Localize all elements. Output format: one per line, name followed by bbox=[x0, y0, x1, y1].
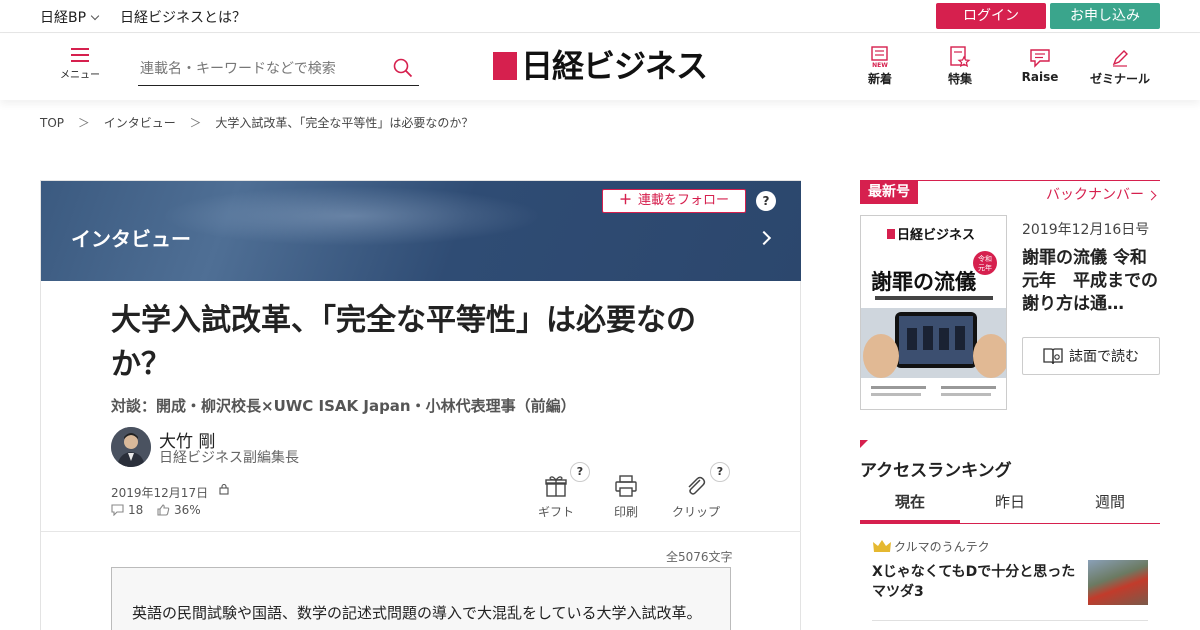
site-logo[interactable]: 日経ビジネス bbox=[493, 47, 708, 85]
comment-count-value: 18 bbox=[128, 503, 144, 517]
nav-raise-label: Raise bbox=[1021, 70, 1059, 84]
seminar-icon bbox=[1112, 50, 1128, 67]
cover-image: 日経ビジネス 令和 元年 謝罪の流儀 bbox=[861, 216, 1006, 409]
print-button[interactable]: 印刷 bbox=[601, 475, 651, 520]
printer-icon bbox=[615, 475, 637, 497]
search-icon[interactable] bbox=[393, 58, 413, 78]
brand-dropdown[interactable]: 日経BP bbox=[40, 7, 100, 27]
series-banner[interactable]: インタビュー ＋ 連載をフォロー ? bbox=[41, 181, 801, 281]
like-rate-value: 36% bbox=[174, 503, 201, 517]
author-role: 日経ビジネス副編集長 bbox=[159, 450, 299, 466]
back-numbers-link[interactable]: バックナンバー bbox=[1046, 184, 1157, 204]
crown-icon bbox=[873, 540, 891, 552]
search-input[interactable]: 連載名・キーワードなどで検索 bbox=[138, 52, 419, 86]
ranking-thumbnail bbox=[1088, 560, 1148, 605]
back-numbers-label: バックナンバー bbox=[1046, 187, 1144, 203]
issue-title[interactable]: 謝罪の流儀 令和元年 平成までの謝り方は通… bbox=[1022, 247, 1162, 316]
breadcrumb-separator: ＞ bbox=[189, 116, 202, 130]
breadcrumb-separator: ＞ bbox=[77, 116, 90, 130]
character-count: 全5076文字 bbox=[666, 550, 733, 564]
about-link[interactable]: 日経ビジネスとは？ bbox=[120, 7, 246, 27]
chevron-right-icon[interactable] bbox=[756, 230, 772, 246]
apply-button[interactable]: お申し込み bbox=[1050, 3, 1160, 29]
clip-label: クリップ bbox=[671, 505, 720, 519]
menu-button[interactable]: メニュー bbox=[58, 48, 102, 81]
brand-label: 日経BP bbox=[40, 10, 87, 26]
gift-button[interactable]: ギフト bbox=[531, 475, 581, 520]
breadcrumb: TOP ＞ インタビュー ＞ 大学入試改革、「完全な平等性」は必要なのか？ bbox=[40, 114, 483, 131]
chevron-right-icon bbox=[1146, 190, 1157, 201]
gift-icon bbox=[545, 476, 567, 497]
ranking-divider bbox=[872, 620, 1148, 621]
hamburger-icon bbox=[71, 48, 89, 62]
search-placeholder: 連載名・キーワードなどで検索 bbox=[140, 61, 336, 77]
article-title: 大学入試改革、「完全な平等性」は必要なのか？ bbox=[111, 303, 696, 382]
article-subtitle: 対談：開成・柳沢校長×UWC ISAK Japan・小林代表理事（前編） bbox=[111, 397, 576, 415]
svg-text:元年: 元年 bbox=[978, 263, 992, 272]
article-divider bbox=[41, 531, 801, 532]
gift-help-icon[interactable]: ? bbox=[570, 462, 590, 482]
comment-count[interactable]: 18 bbox=[111, 503, 143, 517]
article-lead-text: 英語の民間試験や国語、数学の記述式問題の導入で大混乱をしている大学入試改革。日本… bbox=[132, 604, 702, 622]
feature-icon bbox=[950, 46, 971, 68]
ranking-category: クルマのうんテク bbox=[894, 540, 990, 554]
magazine-cover[interactable]: 日経ビジネス 令和 元年 謝罪の流儀 bbox=[860, 215, 1007, 410]
cover-headline: 謝罪の流儀 bbox=[871, 270, 976, 294]
comment-icon bbox=[111, 504, 124, 516]
svg-text:令和: 令和 bbox=[978, 254, 992, 263]
logo-text: 日経ビジネス bbox=[521, 47, 708, 85]
nav-raise[interactable]: Raise bbox=[1005, 46, 1075, 84]
ranking-title: アクセスランキング bbox=[860, 461, 1012, 481]
ranking-title-text: XじゃなくてもDで十分と思ったマツダ3 bbox=[872, 564, 1076, 600]
nav-feature[interactable]: 特集 bbox=[925, 46, 995, 87]
follow-series-button[interactable]: ＋ 連載をフォロー bbox=[602, 189, 746, 213]
avatar-image bbox=[111, 427, 151, 467]
tab-now[interactable]: 現在 bbox=[860, 488, 960, 523]
article-lead: 英語の民間試験や国語、数学の記述式問題の導入で大混乱をしている大学入試改革。日本… bbox=[111, 567, 731, 630]
nav-new-label: 新着 bbox=[867, 72, 892, 86]
tab-yesterday[interactable]: 昨日 bbox=[960, 488, 1060, 523]
read-magazine-label: 誌面で読む bbox=[1069, 349, 1139, 365]
svg-text:NEW: NEW bbox=[872, 62, 888, 68]
chevron-down-icon bbox=[90, 11, 100, 21]
nav-seminar-label: ゼミナール bbox=[1089, 72, 1150, 86]
breadcrumb-current: 大学入試改革、「完全な平等性」は必要なのか？ bbox=[215, 116, 474, 130]
read-magazine-button[interactable]: 誌面で読む bbox=[1022, 337, 1160, 375]
plus-icon: ＋ bbox=[618, 193, 632, 208]
breadcrumb-interview[interactable]: インタビュー bbox=[104, 116, 176, 130]
tab-weekly[interactable]: 週間 bbox=[1060, 488, 1160, 523]
clip-button[interactable]: クリップ bbox=[671, 475, 721, 520]
nav-feature-label: 特集 bbox=[947, 72, 972, 86]
series-title: インタビュー bbox=[71, 227, 191, 251]
nav-new[interactable]: NEW 新着 bbox=[845, 46, 915, 87]
new-icon: NEW bbox=[871, 46, 888, 68]
follow-label: 連載をフォロー bbox=[638, 193, 730, 208]
login-button[interactable]: ログイン bbox=[936, 3, 1046, 29]
raise-icon bbox=[1030, 49, 1050, 68]
paperclip-icon bbox=[688, 476, 706, 495]
ranking-marker bbox=[860, 440, 868, 448]
publish-date: 2019年12月17日 bbox=[111, 486, 209, 500]
thumbs-up-icon bbox=[157, 504, 170, 516]
print-label: 印刷 bbox=[613, 505, 638, 519]
article-card: インタビュー ＋ 連載をフォロー ? 大学入試改革、「完全な平等性」は必要なのか？… bbox=[40, 180, 801, 630]
top-bar: 日経BP 日経ビジネスとは？ ログイン お申し込み bbox=[0, 0, 1200, 33]
book-icon bbox=[1043, 348, 1063, 365]
menu-label: メニュー bbox=[60, 70, 100, 81]
lock-icon bbox=[219, 483, 229, 495]
author-avatar[interactable] bbox=[111, 427, 151, 467]
logo-mark bbox=[493, 52, 517, 80]
gift-label: ギフト bbox=[537, 505, 574, 519]
latest-issue-label: 最新号 bbox=[860, 180, 918, 204]
clip-help-icon[interactable]: ? bbox=[710, 462, 730, 482]
ranking-tabs: 現在 昨日 週間 bbox=[860, 488, 1160, 524]
help-icon[interactable]: ? bbox=[756, 191, 776, 211]
like-rate[interactable]: 36% bbox=[157, 503, 201, 517]
cover-logo: 日経ビジネス bbox=[897, 227, 975, 243]
nav-seminar[interactable]: ゼミナール bbox=[1085, 46, 1155, 87]
site-header: メニュー 連載名・キーワードなどで検索 日経ビジネス NEW 新着 特集 Rai… bbox=[0, 34, 1200, 100]
breadcrumb-top[interactable]: TOP bbox=[40, 116, 64, 130]
issue-date: 2019年12月16日号 bbox=[1022, 222, 1150, 238]
